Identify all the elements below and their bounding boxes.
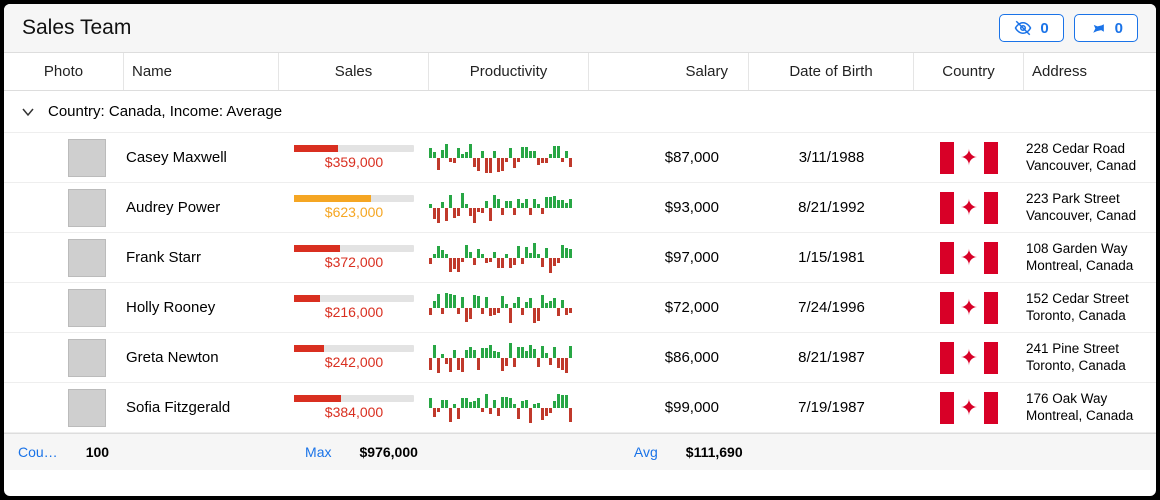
- avatar: [68, 239, 106, 277]
- table-row[interactable]: Audrey Power $623,000 $93,000 8/21/1992 …: [4, 183, 1156, 233]
- table-row[interactable]: Holly Rooney $216,000 $72,000 7/24/1996 …: [4, 283, 1156, 333]
- cell-salary: $86,000: [665, 349, 729, 366]
- footer-avg-value: $111,690: [686, 444, 743, 460]
- col-country[interactable]: Country: [914, 53, 1024, 90]
- hidden-columns-button[interactable]: 0: [999, 14, 1063, 42]
- sales-bar: $242,000: [279, 345, 429, 370]
- productivity-sparkline: [429, 391, 589, 425]
- cell-salary: $87,000: [665, 149, 729, 166]
- cell-dob: 7/24/1996: [749, 299, 914, 316]
- cell-address: 223 Park StreetVancouver, Canad: [1024, 191, 1156, 225]
- group-row[interactable]: Country: Canada, Income: Average: [4, 91, 1156, 133]
- flag-icon: ✦: [940, 142, 998, 174]
- avatar: [68, 389, 106, 427]
- cell-dob: 8/21/1987: [749, 349, 914, 366]
- table-row[interactable]: Frank Starr $372,000 $97,000 1/15/1981 ✦…: [4, 233, 1156, 283]
- pinned-columns-button[interactable]: 0: [1074, 14, 1138, 42]
- cell-name: Sofia Fitzgerald: [124, 399, 279, 416]
- col-name[interactable]: Name: [124, 53, 279, 90]
- sales-bar: $623,000: [279, 195, 429, 220]
- eye-slash-icon: [1014, 19, 1032, 37]
- flag-icon: ✦: [940, 192, 998, 224]
- cell-address: 176 Oak WayMontreal, Canada: [1024, 391, 1156, 425]
- col-salary[interactable]: Salary: [589, 53, 749, 90]
- col-photo[interactable]: Photo: [4, 53, 124, 90]
- cell-name: Audrey Power: [124, 199, 279, 216]
- productivity-sparkline: [429, 141, 589, 175]
- table-body: Casey Maxwell $359,000 $87,000 3/11/1988…: [4, 133, 1156, 433]
- cell-dob: 7/19/1987: [749, 399, 914, 416]
- header-actions: 0 0: [999, 14, 1138, 42]
- col-productivity[interactable]: Productivity: [429, 53, 589, 90]
- cell-sales: $359,000: [325, 154, 383, 170]
- cell-sales: $372,000: [325, 254, 383, 270]
- table-row[interactable]: Greta Newton $242,000 $86,000 8/21/1987 …: [4, 333, 1156, 383]
- cell-sales: $216,000: [325, 304, 383, 320]
- sales-bar: $384,000: [279, 395, 429, 420]
- avatar: [68, 139, 106, 177]
- table-row[interactable]: Sofia Fitzgerald $384,000 $99,000 7/19/1…: [4, 383, 1156, 433]
- flag-icon: ✦: [940, 342, 998, 374]
- flag-icon: ✦: [940, 292, 998, 324]
- avatar: [68, 339, 106, 377]
- productivity-sparkline: [429, 341, 589, 375]
- col-dob[interactable]: Date of Birth: [749, 53, 914, 90]
- hidden-count: 0: [1040, 20, 1048, 37]
- cell-dob: 1/15/1981: [749, 249, 914, 266]
- cell-salary: $97,000: [665, 249, 729, 266]
- cell-address: 228 Cedar RoadVancouver, Canad: [1024, 141, 1156, 175]
- sales-bar: $359,000: [279, 145, 429, 170]
- cell-salary: $72,000: [665, 299, 729, 316]
- cell-name: Frank Starr: [124, 249, 279, 266]
- avatar: [68, 289, 106, 327]
- footer-max-label[interactable]: Max: [305, 444, 331, 460]
- header-bar: Sales Team 0 0: [4, 4, 1156, 53]
- flag-icon: ✦: [940, 392, 998, 424]
- sales-bar: $216,000: [279, 295, 429, 320]
- productivity-sparkline: [429, 241, 589, 275]
- group-label: Country: Canada, Income: Average: [48, 103, 282, 120]
- sales-bar: $372,000: [279, 245, 429, 270]
- table-row[interactable]: Casey Maxwell $359,000 $87,000 3/11/1988…: [4, 133, 1156, 183]
- avatar: [68, 189, 106, 227]
- cell-dob: 8/21/1992: [749, 199, 914, 216]
- footer-count-label[interactable]: Cou…: [18, 444, 58, 460]
- cell-sales: $623,000: [325, 204, 383, 220]
- flag-icon: ✦: [940, 242, 998, 274]
- cell-name: Casey Maxwell: [124, 149, 279, 166]
- cell-address: 152 Cedar StreetToronto, Canada: [1024, 291, 1156, 325]
- cell-dob: 3/11/1988: [749, 149, 914, 166]
- cell-sales: $242,000: [325, 354, 383, 370]
- cell-salary: $93,000: [665, 199, 729, 216]
- footer-summary: Cou… 100 Max $976,000 Avg $111,690: [4, 433, 1156, 470]
- footer-max-value: $976,000: [360, 444, 418, 460]
- productivity-sparkline: [429, 291, 589, 325]
- pin-icon: [1089, 19, 1107, 37]
- chevron-down-icon: [22, 106, 34, 118]
- col-sales[interactable]: Sales: [279, 53, 429, 90]
- cell-sales: $384,000: [325, 404, 383, 420]
- app-window: Sales Team 0 0 Photo Name Sales Producti…: [0, 0, 1160, 500]
- cell-address: 241 Pine StreetToronto, Canada: [1024, 341, 1156, 375]
- pinned-count: 0: [1115, 20, 1123, 37]
- column-headers: Photo Name Sales Productivity Salary Dat…: [4, 53, 1156, 91]
- cell-name: Holly Rooney: [124, 299, 279, 316]
- footer-count-value: 100: [86, 444, 109, 460]
- cell-salary: $99,000: [665, 399, 729, 416]
- col-address[interactable]: Address: [1024, 53, 1156, 90]
- cell-name: Greta Newton: [124, 349, 279, 366]
- footer-avg-label[interactable]: Avg: [634, 444, 658, 460]
- productivity-sparkline: [429, 191, 589, 225]
- cell-address: 108 Garden WayMontreal, Canada: [1024, 241, 1156, 275]
- page-title: Sales Team: [22, 16, 131, 40]
